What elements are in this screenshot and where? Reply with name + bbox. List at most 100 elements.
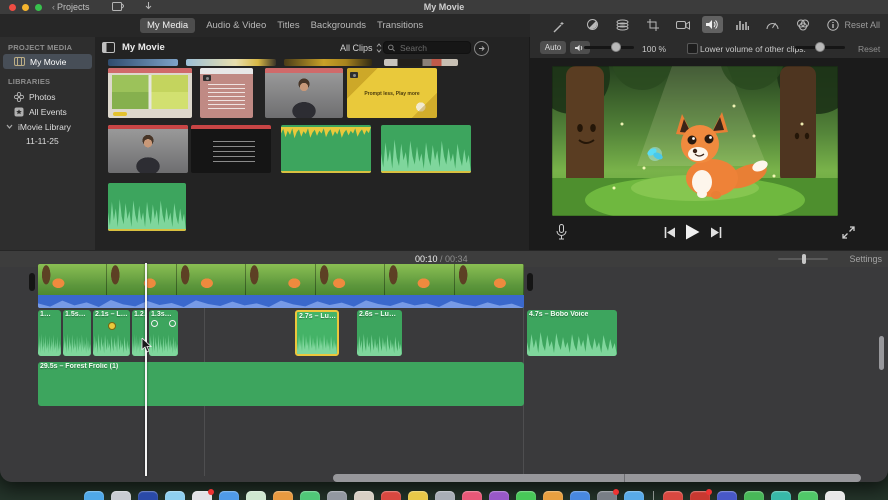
play-button[interactable]	[685, 224, 700, 240]
enhance-wand-icon[interactable]	[548, 19, 569, 36]
clip-thumbnail-pink-document[interactable]	[200, 68, 253, 118]
tab-transitions[interactable]: Transitions	[377, 20, 423, 31]
dock-app-icon[interactable]	[663, 491, 683, 500]
tab-backgrounds[interactable]: Backgrounds	[311, 20, 366, 31]
dock-app-icon[interactable]	[192, 489, 214, 500]
dock-app-icon[interactable]	[717, 491, 737, 500]
audio-clip-thumbnail[interactable]	[381, 125, 471, 173]
clip-thumbnail-presenter[interactable]	[265, 68, 343, 118]
dock-app-icon[interactable]	[84, 491, 104, 500]
dock-app-icon[interactable]	[516, 491, 536, 500]
stabilization-icon[interactable]	[672, 16, 693, 33]
timeline-audio-clip[interactable]: 2.1s – L…	[93, 310, 130, 356]
clip-circle-badge-icon[interactable]	[151, 320, 158, 327]
timeline-audio-clip[interactable]: 2.6s – Lu…	[357, 310, 402, 356]
color-balance-icon[interactable]	[612, 16, 633, 33]
timeline-audio-clip[interactable]: 1…	[38, 310, 61, 356]
dock-app-icon[interactable]	[246, 491, 266, 500]
timeline-vertical-scrollbar[interactable]	[879, 336, 884, 370]
lower-volume-slider[interactable]	[795, 42, 845, 52]
skip-forward-icon[interactable]	[710, 227, 722, 238]
sidebar-item-photos[interactable]: Photos	[0, 89, 95, 104]
skip-back-icon[interactable]	[664, 227, 676, 238]
tab-audio-video[interactable]: Audio & Video	[206, 20, 266, 31]
dock-app-icon[interactable]	[489, 491, 509, 500]
volume-slider[interactable]	[584, 42, 634, 52]
dock-app-icon[interactable]	[219, 491, 239, 500]
clip-thumbnail-partial[interactable]	[186, 59, 276, 66]
dock-app-icon[interactable]	[111, 491, 131, 500]
dock-app-icon[interactable]	[798, 491, 818, 500]
clip-circle-badge-icon[interactable]	[169, 320, 176, 327]
clip-thumbnail-terminal[interactable]	[191, 125, 271, 173]
clip-thumbnail-partial[interactable]	[384, 59, 458, 66]
clip-filter-icon[interactable]	[792, 16, 813, 33]
search-input[interactable]	[398, 41, 466, 54]
lower-volume-checkbox[interactable]	[687, 43, 698, 54]
all-clips-filter[interactable]: All Clips	[340, 43, 382, 53]
dock-app-icon[interactable]	[273, 491, 293, 500]
dock-app-icon[interactable]	[462, 491, 482, 500]
browser-forward-circle-icon[interactable]	[474, 41, 489, 56]
sidebar-item-my-movie[interactable]: My Movie	[3, 54, 92, 69]
fullscreen-expand-icon[interactable]	[842, 226, 855, 239]
timeline-zoom-slider[interactable]	[778, 254, 828, 264]
dock-app-icon[interactable]	[408, 491, 428, 500]
timeline-audio-clip[interactable]: 4.7s – Bobo Voice	[527, 310, 617, 356]
sidebar-toggle-icon[interactable]	[102, 42, 115, 53]
dock-app-icon[interactable]	[690, 489, 712, 500]
timeline-audio-clip[interactable]: 1.5s…	[63, 310, 91, 356]
sidebar-item-imovie-library[interactable]: iMovie Library	[0, 119, 95, 134]
dock-app-icon[interactable]	[327, 491, 347, 500]
tab-my-media[interactable]: My Media	[140, 18, 196, 33]
audio-clip-thumbnail[interactable]	[281, 125, 371, 173]
sidebar-item-all-events[interactable]: All Events	[0, 104, 95, 119]
dock-app-icon[interactable]	[771, 491, 791, 500]
clip-thumbnail-partial[interactable]	[108, 59, 178, 66]
color-correction-icon[interactable]	[582, 16, 603, 33]
playhead[interactable]	[145, 263, 147, 476]
clip-thumbnail-yellow-promo[interactable]: Prompt less, Play more	[347, 68, 437, 118]
speed-icon[interactable]	[762, 16, 783, 33]
audio-clip-thumbnail[interactable]	[108, 183, 186, 231]
reset-all-button[interactable]: Reset All	[844, 20, 880, 30]
volume-adjust-icon[interactable]	[702, 16, 723, 33]
clip-thumbnail-fox-collage[interactable]	[108, 68, 192, 118]
tab-titles[interactable]: Titles	[277, 20, 299, 31]
video-clip-filmstrip[interactable]	[38, 264, 524, 295]
timeline-audio-clip-selected[interactable]: 2.7s – Lu…	[295, 310, 339, 356]
dock-app-icon[interactable]	[570, 491, 590, 500]
volume-slider-knob[interactable]	[611, 42, 621, 52]
search-field[interactable]	[383, 41, 471, 54]
dock-app-icon[interactable]	[825, 491, 845, 500]
auto-volume-button[interactable]: Auto	[540, 41, 566, 54]
dock-app-icon[interactable]	[744, 491, 764, 500]
clip-info-icon[interactable]	[822, 16, 843, 33]
clip-effect-badge-icon[interactable]	[107, 322, 116, 330]
dock-app-icon[interactable]	[597, 489, 619, 500]
dock-app-icon[interactable]	[354, 491, 374, 500]
clip-trim-handle-right[interactable]	[527, 273, 533, 291]
dock-app-icon[interactable]	[381, 491, 401, 500]
timeline-music-clip[interactable]: 29.5s – Forest Frolic (1)	[38, 362, 524, 406]
clip-trim-handle-left[interactable]	[29, 273, 35, 291]
timeline-horizontal-scrollbar[interactable]	[333, 474, 861, 482]
timeline-audio-clip[interactable]: 1.3s…	[149, 310, 178, 356]
dock-app-icon[interactable]	[165, 491, 185, 500]
video-clip-audio-track[interactable]	[38, 295, 524, 308]
dock-app-icon[interactable]	[624, 491, 644, 500]
lower-volume-slider-knob[interactable]	[815, 42, 825, 52]
voiceover-mic-icon[interactable]	[556, 224, 567, 240]
crop-icon[interactable]	[642, 16, 663, 33]
dock-app-icon[interactable]	[300, 491, 320, 500]
clip-thumbnail-presenter[interactable]	[108, 125, 188, 173]
dock-app-icon[interactable]	[435, 491, 455, 500]
timeline-settings-button[interactable]: Settings	[849, 254, 882, 264]
zoom-slider-knob[interactable]	[802, 254, 806, 264]
clip-thumbnail-partial[interactable]	[284, 59, 372, 66]
reset-volume-button[interactable]: Reset	[858, 44, 880, 54]
dock-app-icon[interactable]	[138, 491, 158, 500]
dock-app-icon[interactable]	[543, 491, 563, 500]
sidebar-item-event-date[interactable]: 11-11-25	[0, 133, 95, 148]
noise-reduction-icon[interactable]	[732, 16, 753, 33]
